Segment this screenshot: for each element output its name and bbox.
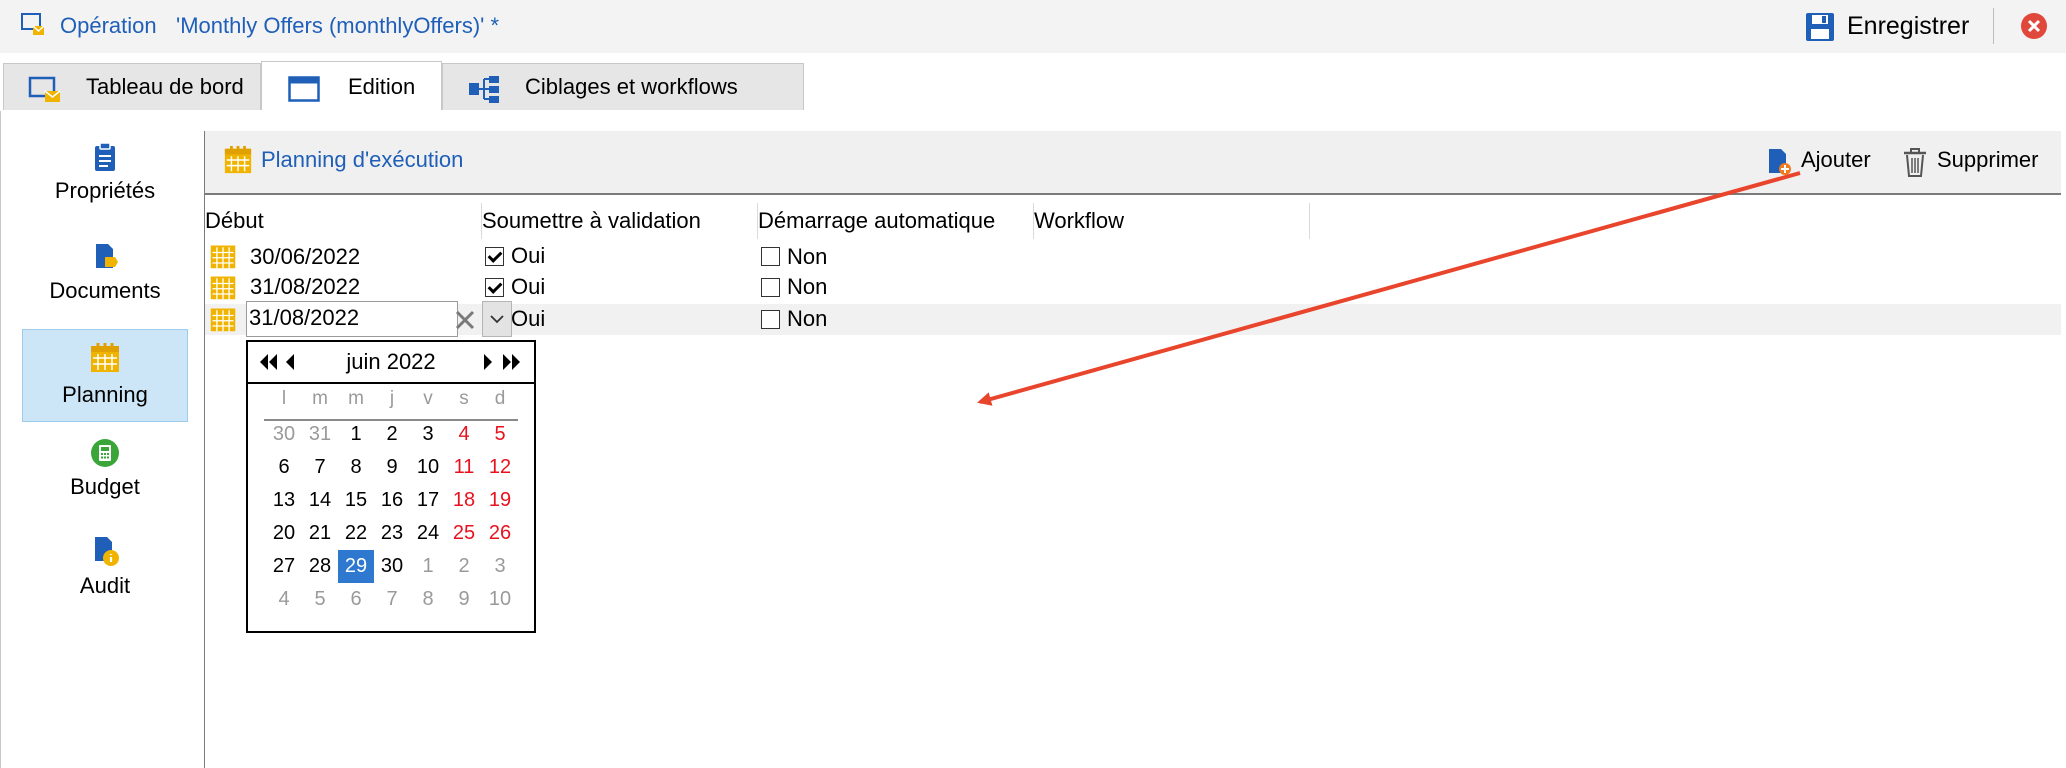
edit-window-icon xyxy=(288,76,320,108)
tab-label: Edition xyxy=(348,74,416,99)
annotation-arrow xyxy=(977,171,1801,406)
tab-edition[interactable]: Edition xyxy=(261,61,442,110)
